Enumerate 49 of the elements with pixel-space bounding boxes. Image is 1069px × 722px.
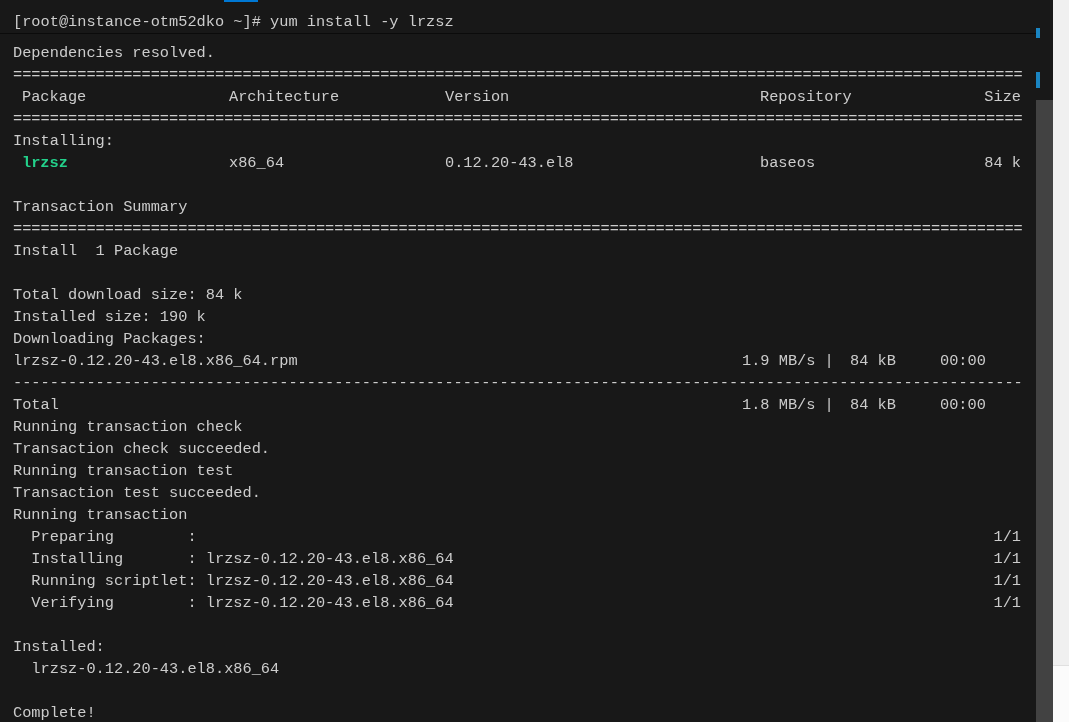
output-line: Installed:	[13, 638, 105, 656]
output-line: Installed size: 190 k	[13, 308, 206, 326]
active-tab-indicator	[224, 0, 258, 2]
table-cell: 84 k	[984, 154, 1021, 172]
transfer-stat: 84 kB	[850, 352, 896, 370]
output-line: Running transaction check	[13, 418, 243, 436]
output-line: Running transaction test	[13, 462, 234, 480]
output-line: Downloading Packages:	[13, 330, 206, 348]
table-cell: baseos	[760, 154, 816, 172]
output-line: Total download size: 84 k	[13, 286, 243, 304]
step-count: 1/1	[993, 550, 1021, 568]
separator-line: ==============================================================================================================	[13, 66, 1023, 84]
transfer-stat: 00:00	[940, 396, 986, 414]
output-line: Complete!	[13, 704, 96, 722]
output-line: lrzsz-0.12.20-43.el8.x86_64.rpm	[13, 352, 298, 370]
output-line: Total	[13, 396, 59, 414]
output-line: Running transaction	[13, 506, 188, 524]
transfer-stat: 84 kB	[850, 396, 896, 414]
output-line: Transaction Summary	[13, 198, 188, 216]
transfer-stat: 00:00	[940, 352, 986, 370]
separator-line: --------------------------------------------------------------------------------------------------------------	[13, 374, 1023, 392]
column-header: Version	[445, 88, 510, 106]
output-line: Preparing :	[30, 528, 197, 546]
separator-line: ==============================================================================================================	[13, 110, 1023, 128]
scroll-marker	[1036, 28, 1040, 38]
step-count: 1/1	[993, 594, 1021, 612]
output-line: Installing:	[13, 132, 114, 150]
table-cell: 0.12.20-43.el8	[445, 154, 574, 172]
output-line: Dependencies resolved.	[13, 44, 215, 62]
step-count: 1/1	[993, 572, 1021, 590]
command-line: [root@instance-otm52dko ~]# yum install -y lrzsz	[13, 12, 454, 33]
output-line: lrzsz-0.12.20-43.el8.x86_64	[30, 660, 280, 678]
transfer-stat: 1.9 MB/s |	[742, 352, 834, 370]
output-line: Install 1 Package	[13, 242, 179, 260]
column-header: Repository	[760, 88, 852, 106]
output-line: Transaction test succeeded.	[13, 484, 261, 502]
scroll-marker	[1036, 72, 1040, 88]
table-cell: lrzsz	[22, 154, 68, 172]
output-line: Running scriptlet: lrzsz-0.12.20-43.el8.x86_64	[30, 572, 454, 590]
column-header: Package	[22, 88, 87, 106]
step-count: 1/1	[993, 528, 1021, 546]
table-cell: x86_64	[229, 154, 285, 172]
output-line: Transaction check succeeded.	[13, 440, 271, 458]
column-header: Size	[984, 88, 1021, 106]
output-line: Verifying : lrzsz-0.12.20-43.el8.x86_64	[30, 594, 454, 612]
column-header: Architecture	[229, 88, 340, 106]
transfer-stat: 1.8 MB/s |	[742, 396, 834, 414]
output-line: Installing : lrzsz-0.12.20-43.el8.x86_64	[30, 550, 454, 568]
separator-line: ==============================================================================================================	[13, 220, 1023, 238]
